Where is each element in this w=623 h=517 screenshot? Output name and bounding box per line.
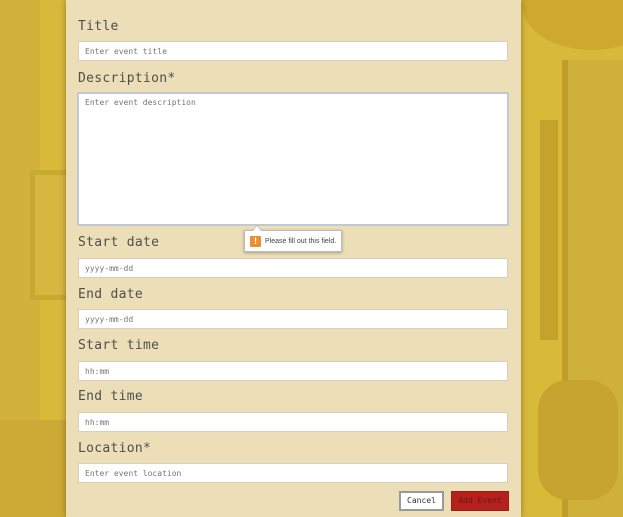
add-event-button[interactable]: Add Event (451, 491, 509, 511)
end-time-input[interactable] (78, 412, 508, 432)
description-label: Description* (78, 71, 176, 86)
location-label: Location* (78, 441, 152, 456)
start-date-label: Start date (78, 235, 160, 250)
background-shape (538, 380, 618, 500)
background-shape (0, 420, 66, 517)
title-label: Title (78, 19, 119, 34)
description-textarea[interactable] (77, 92, 509, 226)
validation-tooltip: ! Please fill out this field. (244, 225, 342, 252)
background-shape (540, 120, 558, 340)
end-date-label: End date (78, 287, 144, 302)
cancel-button[interactable]: Cancel (399, 491, 444, 511)
end-date-input[interactable] (78, 309, 508, 329)
warning-icon: ! (250, 236, 261, 247)
background-shape (522, 0, 623, 50)
title-input[interactable] (78, 41, 508, 61)
start-time-input[interactable] (78, 361, 508, 381)
location-input[interactable] (78, 463, 508, 483)
start-date-input[interactable] (78, 258, 508, 278)
add-event-form: Title Description* ! Please fill out thi… (66, 0, 521, 517)
validation-message: Please fill out this field. (265, 238, 337, 245)
end-time-label: End time (78, 389, 144, 404)
start-time-label: Start time (78, 338, 160, 353)
